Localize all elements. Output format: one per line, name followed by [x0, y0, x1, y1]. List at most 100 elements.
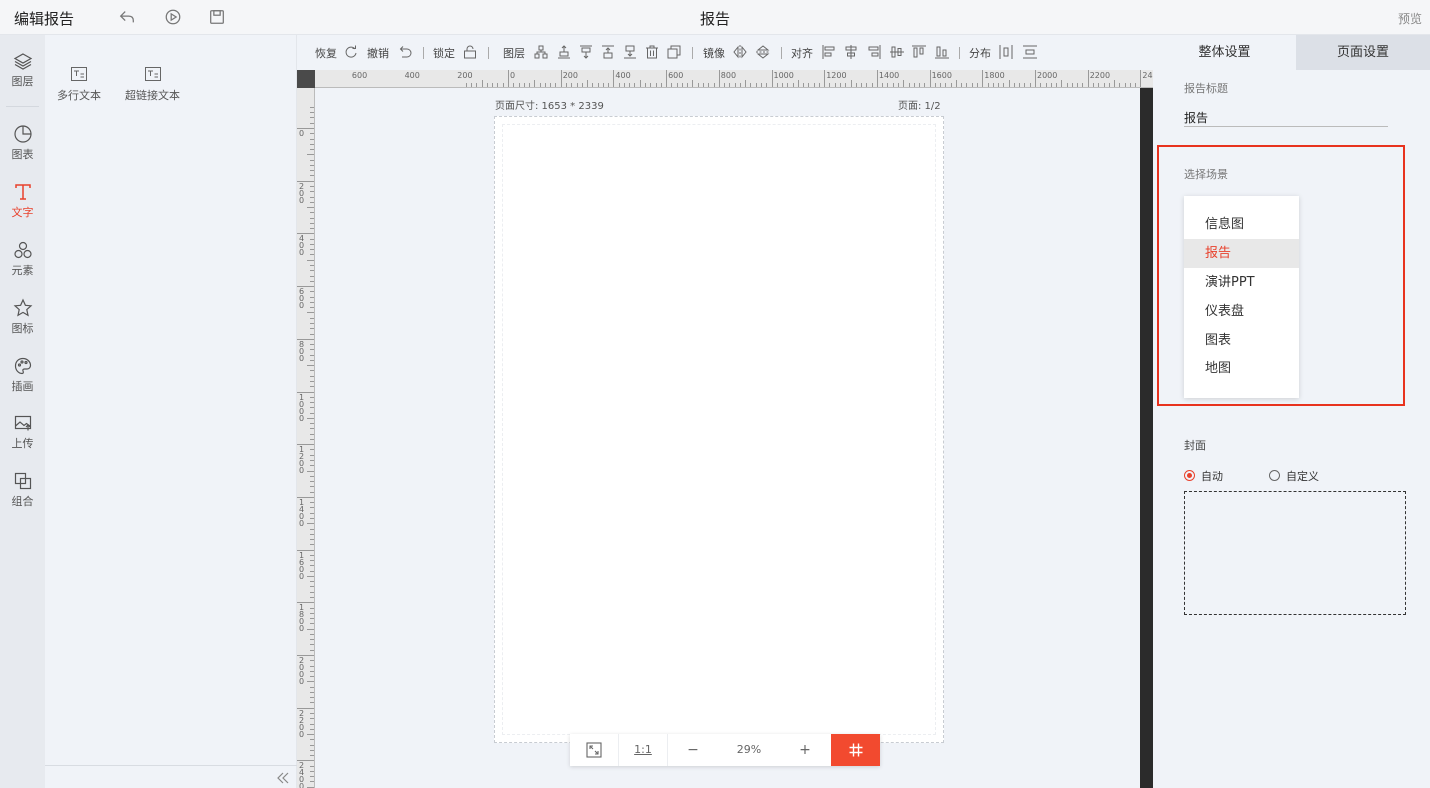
tool-upload[interactable]: 上传 [0, 403, 45, 455]
ruler-tick [1066, 83, 1068, 87]
tool-icons[interactable]: 图标 [0, 288, 45, 340]
play-icon[interactable] [164, 8, 182, 26]
scene-option-report[interactable]: 报告 [1184, 239, 1299, 268]
ruler-tick [1087, 70, 1089, 87]
ruler-tick [513, 83, 515, 87]
ruler-tick [871, 83, 873, 87]
ruler-tick [613, 70, 615, 87]
ruler-tick [792, 83, 794, 87]
distribute-vertical-icon[interactable] [1023, 45, 1037, 59]
ruler-tick [592, 83, 594, 87]
lock-icon[interactable] [463, 45, 477, 59]
ruler-tick [310, 164, 314, 166]
ruler-tick [310, 370, 314, 372]
ruler-number: 0 [299, 129, 305, 138]
tab-global-settings[interactable]: 整体设置 [1153, 35, 1296, 70]
zoom-in-button[interactable]: + [780, 734, 830, 766]
report-page[interactable] [494, 116, 944, 743]
ruler-tick [310, 317, 314, 319]
cover-auto-radio[interactable]: 自动 [1184, 468, 1223, 484]
align-center-h-icon[interactable] [844, 45, 858, 59]
ruler-tick [887, 83, 889, 87]
ruler-tick [310, 217, 314, 219]
scene-option-ppt[interactable]: 演讲PPT [1184, 268, 1299, 297]
tool-illustration[interactable]: 插画 [0, 346, 45, 398]
ruler-tick [1103, 83, 1105, 87]
copy-icon[interactable] [667, 45, 681, 59]
ruler-number: 1000 [773, 71, 794, 80]
tool-layers[interactable]: 图层 [0, 41, 45, 93]
fit-screen-button[interactable] [570, 734, 618, 766]
canvas-area[interactable]: 页面尺寸: 1653 * 2339 页面: 1/2 [315, 88, 1140, 788]
ruler-tick [307, 312, 314, 314]
distribute-horizontal-icon[interactable] [999, 45, 1013, 59]
ruler-tick [307, 365, 314, 367]
ruler-tick [919, 83, 921, 87]
align-middle-v-icon[interactable] [890, 45, 904, 59]
tab-page-settings[interactable]: 页面设置 [1296, 35, 1430, 70]
redo-icon[interactable] [344, 45, 358, 59]
ruler-tick [310, 644, 314, 646]
align-bottom-icon[interactable] [935, 45, 949, 59]
ruler-tick [1003, 83, 1005, 87]
zoom-out-button[interactable]: − [668, 734, 718, 766]
fit-screen-icon [586, 742, 602, 758]
grid-toggle-button[interactable] [831, 734, 880, 766]
radio-checked-icon [1184, 470, 1195, 481]
canvas-scrollbar[interactable] [1140, 88, 1153, 788]
back-icon[interactable] [118, 8, 136, 26]
ruler-tick [310, 428, 314, 430]
ruler-tick [307, 523, 314, 525]
ruler-tick [618, 83, 620, 87]
ruler-tick [310, 744, 314, 746]
cover-preview-box[interactable] [1184, 491, 1406, 615]
scene-option-infographic[interactable]: 信息图 [1184, 210, 1299, 239]
send-backward-icon[interactable] [579, 45, 593, 59]
align-top-icon[interactable] [912, 45, 926, 59]
ruler-tick [310, 412, 314, 414]
send-to-back-icon[interactable] [623, 45, 637, 59]
ruler-tick [629, 83, 631, 87]
flip-horizontal-icon[interactable] [733, 45, 747, 59]
ruler-tick [310, 122, 314, 124]
layer-group-icon[interactable] [534, 45, 548, 59]
bring-to-front-icon[interactable] [601, 45, 615, 59]
ruler-number: 400 [299, 234, 305, 258]
cover-custom-radio[interactable]: 自定义 [1269, 468, 1319, 484]
tool-group[interactable]: 组合 [0, 461, 45, 513]
scene-option-dashboard[interactable]: 仪表盘 [1184, 297, 1299, 326]
delete-icon[interactable] [645, 45, 659, 59]
tool-text[interactable]: 文字 [0, 172, 45, 224]
scene-option-chart[interactable]: 图表 [1184, 326, 1299, 355]
flip-vertical-icon[interactable] [756, 45, 770, 59]
ruler-tick [310, 739, 314, 741]
ruler-tick [739, 83, 741, 87]
ruler-tick [310, 170, 314, 172]
ruler-number: 2400 [1142, 71, 1153, 80]
ruler-tick [903, 80, 905, 87]
ruler-tick [310, 159, 314, 161]
tool-label: 组合 [11, 495, 34, 508]
save-icon[interactable] [208, 8, 226, 26]
multiline-text-item[interactable]: 多行文本 [57, 67, 101, 103]
scene-option-map[interactable]: 地图 [1184, 354, 1299, 383]
align-right-icon[interactable] [867, 45, 881, 59]
ruler-tick [310, 607, 314, 609]
ruler-tick [1008, 80, 1010, 87]
hyperlink-text-item[interactable]: 超链接文本 [125, 67, 180, 103]
ruler-tick [310, 301, 314, 303]
palette-icon [14, 357, 31, 375]
actual-size-button[interactable]: 1:1 [619, 734, 667, 766]
collapse-left-icon[interactable] [275, 770, 291, 786]
preview-button[interactable]: 预览 [1398, 10, 1422, 27]
tool-elements[interactable]: 元素 [0, 230, 45, 282]
ruler-tick [310, 222, 314, 224]
undo-icon[interactable] [398, 45, 412, 59]
align-left-icon[interactable] [822, 45, 836, 59]
bring-forward-icon[interactable] [557, 45, 571, 59]
ruler-tick [310, 238, 314, 240]
ruler-tick [550, 83, 552, 87]
tool-chart[interactable]: 图表 [0, 114, 45, 166]
report-title-input[interactable]: 报告 [1184, 109, 1208, 126]
ruler-tick [310, 307, 314, 309]
